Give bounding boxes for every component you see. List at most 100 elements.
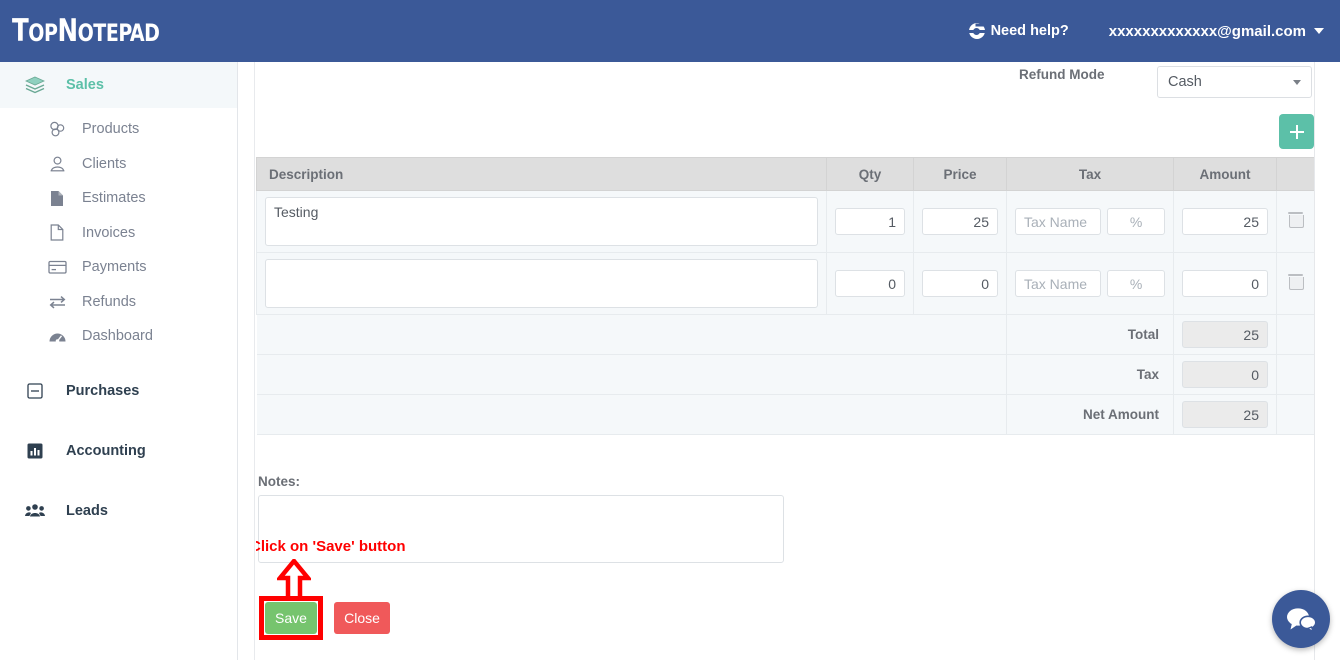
chat-widget-button[interactable] [1272,590,1330,648]
need-help-link[interactable]: Need help? [968,23,1069,39]
sidebar-item-label: Invoices [82,224,136,241]
file-filled-icon [45,190,69,207]
description-input-row-2[interactable] [265,259,818,308]
totals-spacer [1276,314,1314,355]
minus-square-icon [22,382,48,399]
trash-icon-row-2[interactable] [1288,273,1304,290]
total-label: Total [1006,314,1174,355]
refund-mode-label: Refund Mode [1019,67,1105,82]
sidebar-item-products[interactable]: Products [0,112,237,147]
cell-tax [1006,190,1174,253]
sidebar-group-label: Accounting [66,442,146,459]
sidebar-group-accounting[interactable]: Accounting [0,428,237,474]
user-email-label: xxxxxxxxxxxxx@gmail.com [1108,22,1306,40]
chevron-down-icon [1314,28,1324,34]
chevron-down-icon [1293,79,1301,85]
totals-spacer [826,354,914,395]
tax-name-input-row-1[interactable] [1015,208,1102,235]
boxes-icon [45,121,69,137]
sidebar-item-label: Clients [82,155,127,172]
sidebar-item-refunds[interactable]: Refunds [0,285,237,320]
price-input-row-2[interactable] [922,270,998,297]
tax-percent-input-row-1[interactable] [1107,208,1165,235]
trash-icon-row-1[interactable] [1288,211,1304,228]
content-left-gutter [239,62,255,660]
add-line-item-button[interactable] [1279,114,1314,149]
sidebar-item-payments[interactable]: Payments [0,250,237,285]
net-amount-label: Net Amount [1006,394,1174,435]
sidebar-group-sales[interactable]: Sales [0,62,237,108]
column-header-price: Price [913,157,1007,191]
user-icon [45,156,69,172]
cell-tax [1006,252,1174,315]
totals-row-net: Net Amount [256,394,1314,435]
sidebar-item-label: Refunds [82,293,137,310]
cell-amount [1173,190,1277,253]
plus-icon [1289,124,1304,139]
sidebar-item-clients[interactable]: Clients [0,147,237,182]
sidebar-sales-items: Products Clients Estimates Invoices Paym… [0,108,237,354]
sidebar-item-estimates[interactable]: Estimates [0,181,237,216]
up-arrow-icon [277,559,311,601]
tax-total-value [1182,361,1268,388]
totals-row-tax: Tax [256,354,1314,395]
cell-delete [1276,252,1314,315]
cell-qty [826,190,914,253]
table-row: Testing [256,190,1314,253]
column-header-qty: Qty [826,157,914,191]
refund-mode-select[interactable]: Cash [1157,66,1312,98]
qty-input-row-1[interactable] [835,208,905,235]
totals-spacer [1276,354,1314,395]
column-header-actions [1276,157,1314,191]
net-amount-value-cell [1173,394,1277,435]
totals-spacer [913,394,1007,435]
totals-spacer [913,354,1007,395]
cell-qty [826,252,914,315]
price-input-row-1[interactable] [922,208,998,235]
layers-icon [22,76,48,94]
close-button[interactable]: Close [334,602,390,634]
net-amount-value [1182,401,1268,428]
totals-row-total: Total [256,314,1314,355]
sidebar-item-label: Dashboard [82,328,153,345]
sidebar-group-label: Purchases [66,382,140,399]
sidebar-item-label: Payments [82,259,147,276]
table-row [256,252,1314,315]
tax-total-value-cell [1173,354,1277,395]
amount-input-row-2[interactable] [1182,270,1268,297]
cell-amount [1173,252,1277,315]
total-value [1182,321,1268,348]
sidebar-item-invoices[interactable]: Invoices [0,216,237,251]
user-account-menu[interactable]: xxxxxxxxxxxxx@gmail.com [1109,23,1324,40]
sidebar-group-label: Sales [66,77,104,93]
tax-name-input-row-2[interactable] [1015,270,1102,297]
sidebar-item-dashboard[interactable]: Dashboard [0,319,237,354]
save-button[interactable]: Save [265,602,317,634]
sidebar-group-leads[interactable]: Leads [0,488,237,534]
content-right-rail [1314,62,1340,660]
tax-total-label: Tax [1006,354,1174,395]
column-header-description: Description [256,157,827,191]
tax-percent-input-row-2[interactable] [1107,270,1165,297]
line-items-table: Description Qty Price Tax Amount Testing [256,157,1314,435]
table-header-row: Description Qty Price Tax Amount [256,157,1314,191]
users-icon [22,503,48,518]
totals-spacer [913,314,1007,355]
description-input-row-1[interactable]: Testing [265,197,818,246]
amount-input-row-1[interactable] [1182,208,1268,235]
refund-form-panel: Refund Mode Cash Description Qty Price T… [256,62,1314,660]
sidebar-item-label: Products [82,121,140,138]
notes-label: Notes: [258,474,301,489]
sidebar-group-purchases[interactable]: Purchases [0,368,237,414]
gauge-icon [45,329,69,344]
totals-spacer [1276,394,1314,435]
header-right-controls: Need help? xxxxxxxxxxxxx@gmail.com [968,23,1324,40]
file-outline-icon [45,224,69,241]
sidebar-group-label: Leads [66,502,108,519]
qty-input-row-2[interactable] [835,270,905,297]
app-logo[interactable]: TOPNOTEPAD [12,13,160,49]
credit-card-icon [45,260,69,274]
bar-chart-icon [22,443,48,459]
exchange-arrows-icon [45,295,69,309]
